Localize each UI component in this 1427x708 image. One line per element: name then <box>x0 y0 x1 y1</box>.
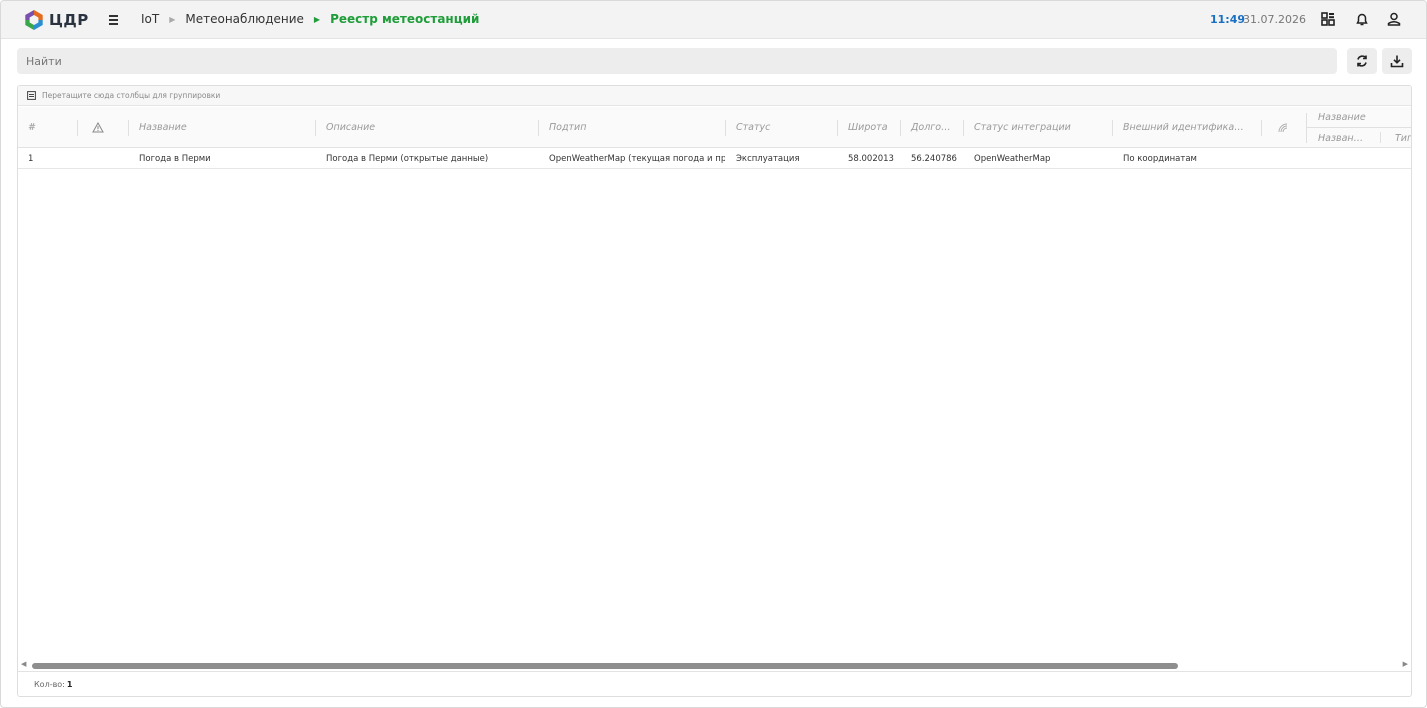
column-header-integration-status[interactable]: Статус интеграции <box>964 107 1112 148</box>
cell-subtype: OpenWeatherMap (текущая погода и прс <box>549 154 725 164</box>
column-header-signal[interactable] <box>1262 107 1306 148</box>
column-header-name[interactable]: Название <box>129 107 315 148</box>
cell-integration-status: OpenWeatherMap <box>974 154 1051 164</box>
group-panel[interactable]: Перетащите сюда столбцы для группировки <box>18 86 1411 106</box>
user-icon[interactable] <box>1386 11 1402 27</box>
cell-description: Погода в Перми (открытые данные) <box>326 154 489 164</box>
grid-footer: Кол-во: 1 <box>18 671 1411 696</box>
clock-date: 31.07.2026 <box>1243 13 1306 26</box>
count-label: Кол-во: <box>34 679 65 689</box>
group-header-divider <box>1307 127 1411 128</box>
column-divider[interactable] <box>1306 113 1307 143</box>
breadcrumb: IoT ▶ Метеонаблюдение ▶ Реестр метеостан… <box>141 12 479 26</box>
column-header-external-id[interactable]: Внешний идентифика… <box>1113 107 1261 148</box>
cell-longitude: 56.240786 <box>911 154 957 164</box>
clock-time: 11:49 <box>1210 13 1246 26</box>
column-header-subtype[interactable]: Подтип <box>539 107 725 148</box>
column-header-description[interactable]: Описание <box>316 107 538 148</box>
cell-latitude: 58.002013 <box>848 154 894 164</box>
column-header-warning[interactable] <box>78 107 128 148</box>
refresh-button[interactable] <box>1347 48 1377 74</box>
menu-icon[interactable] <box>109 11 121 29</box>
column-header-status[interactable]: Статус <box>726 107 837 148</box>
column-group-header-name[interactable]: Название <box>1318 112 1366 123</box>
top-bar: ЦДР IoT ▶ Метеонаблюдение ▶ Реестр метео… <box>1 1 1426 39</box>
logo-text: ЦДР <box>49 11 89 29</box>
logo[interactable]: ЦДР <box>23 9 89 31</box>
download-icon <box>1390 55 1404 68</box>
scroll-left-icon[interactable]: ◀ <box>21 660 26 668</box>
scroll-right-icon[interactable]: ▶ <box>1403 660 1408 668</box>
search-input[interactable] <box>17 48 1337 74</box>
scrollbar-thumb[interactable] <box>32 663 1178 669</box>
breadcrumb-iot[interactable]: IoT <box>141 12 159 26</box>
chevron-right-icon: ▶ <box>169 14 176 24</box>
warning-icon <box>92 122 104 133</box>
data-grid: Перетащите сюда столбцы для группировки … <box>17 85 1412 697</box>
scrollbar-track[interactable] <box>32 663 1397 669</box>
horizontal-scrollbar[interactable]: ◀ ▶ <box>18 660 1411 670</box>
count-value: 1 <box>66 679 73 689</box>
cell-status: Эксплуатация <box>736 154 800 164</box>
cell-external-id: По координатам <box>1123 154 1197 164</box>
column-header-sub-type[interactable]: Тип <box>1395 133 1411 144</box>
cell-number: 1 <box>28 154 34 164</box>
download-button[interactable] <box>1382 48 1412 74</box>
chevron-right-icon: ▶ <box>313 14 321 24</box>
breadcrumb-current: Реестр метеостанций <box>330 12 480 26</box>
group-icon <box>27 91 36 100</box>
signal-icon <box>1278 123 1288 132</box>
column-header-sub-name[interactable]: Назван… <box>1318 133 1363 144</box>
column-header-latitude[interactable]: Широта <box>838 107 900 148</box>
column-divider[interactable] <box>1380 132 1381 143</box>
breadcrumb-weather[interactable]: Метеонаблюдение <box>185 12 304 26</box>
apps-grid-icon[interactable] <box>1320 11 1336 27</box>
group-hint: Перетащите сюда столбцы для группировки <box>42 91 221 100</box>
cell-name: Погода в Перми <box>139 154 211 164</box>
logo-icon <box>25 10 43 30</box>
table-row[interactable]: 1 Погода в Перми Погода в Перми (открыты… <box>18 149 1411 169</box>
grid-header: # Название Описание Подтип Статус Широта… <box>18 107 1411 148</box>
column-header-longitude[interactable]: Долго… <box>901 107 963 148</box>
cell-warning <box>78 149 128 169</box>
column-header-number[interactable]: # <box>18 107 78 148</box>
app-window: ЦДР IoT ▶ Метеонаблюдение ▶ Реестр метео… <box>0 0 1427 708</box>
bell-icon[interactable] <box>1354 11 1370 27</box>
refresh-icon <box>1357 55 1367 67</box>
